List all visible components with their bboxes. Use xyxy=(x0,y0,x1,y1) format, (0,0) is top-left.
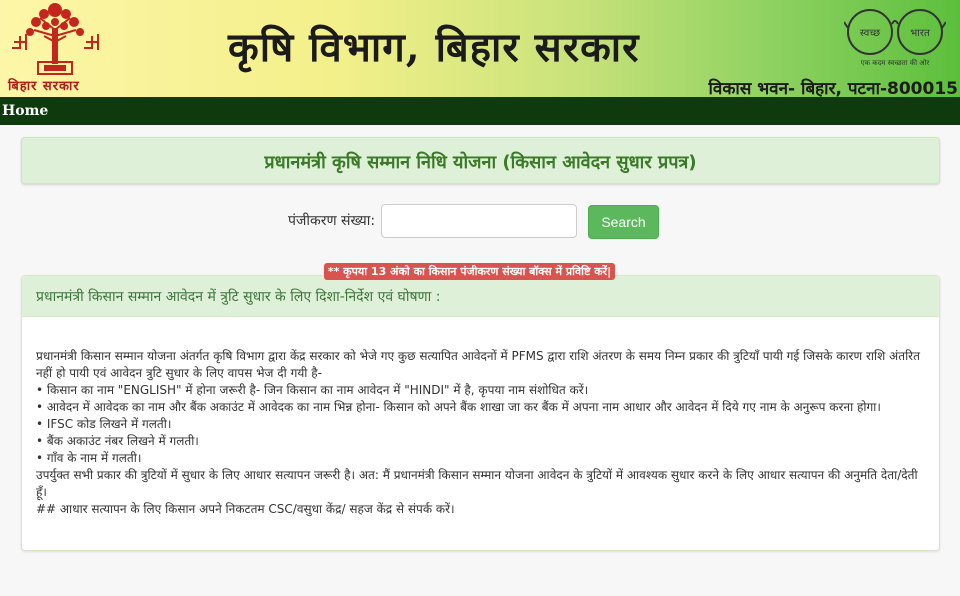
swachh-bharat-logo-icon: स्वच्छ भारत एक कदम स्वच्छता की ओर xyxy=(844,9,946,67)
scheme-banner: प्रधानमंत्री कृषि सम्मान निधि योजना (किस… xyxy=(21,137,940,184)
search-button[interactable]: Search xyxy=(588,205,659,239)
notice-point: • आवेदन में आवेदक का नाम और बैंक अकाउंट … xyxy=(36,400,881,414)
main-content: प्रधानमंत्री कृषि सम्मान निधि योजना (किस… xyxy=(0,125,960,551)
notice-intro: प्रधानमंत्री किसान सम्मान योजना अंतर्गत … xyxy=(36,349,920,380)
scheme-title: प्रधानमंत्री कृषि सम्मान निधि योजना (किस… xyxy=(264,152,697,173)
main-navbar: Home xyxy=(0,97,960,125)
registration-number-input[interactable] xyxy=(381,204,577,238)
notice-heading: प्रधानमंत्री किसान सम्मान आवेदन में त्रु… xyxy=(22,276,939,317)
notice-panel: प्रधानमंत्री किसान सम्मान आवेदन में त्रु… xyxy=(21,275,940,551)
office-address: विकास भवन- बिहार, पटना-800015 xyxy=(708,79,959,97)
logo-caption: बिहार सरकार xyxy=(8,79,80,94)
notice-point: • बैंक अकाउंट नंबर लिखने में गलती। xyxy=(36,434,199,448)
search-form: पंजीकरण संख्या: Search xyxy=(21,184,940,252)
notice-consent: उपर्युक्त सभी प्रकार की त्रुटियों में सु… xyxy=(36,468,918,499)
warning-row: ** कृपया 13 अंको का किसान पंजीकरण संख्या… xyxy=(21,257,940,280)
notice-point: • किसान का नाम "ENGLISH" में होना जरूरी … xyxy=(36,383,589,397)
registration-label: पंजीकरण संख्या: xyxy=(288,213,376,229)
notice-point: • गाँव के नाम में गलती। xyxy=(36,451,142,465)
nav-home-link[interactable]: Home xyxy=(0,97,50,125)
swachh-tagline: एक कदम स्वच्छता की ओर xyxy=(861,58,930,67)
swachh-right-text: भारत xyxy=(910,28,930,39)
notice-contact: ## आधार सत्यापन के लिए किसान अपने निकटतम… xyxy=(36,502,455,516)
site-header: बिहार सरकार कृषि विभाग, बिहार सरकार स्वच… xyxy=(0,0,960,97)
site-title: कृषि विभाग, बिहार सरकार xyxy=(228,24,640,71)
notice-point: • IFSC कोड लिखने में गलती। xyxy=(36,417,172,431)
swachh-left-text: स्वच्छ xyxy=(860,28,880,39)
registration-warning-badge: ** कृपया 13 अंको का किसान पंजीकरण संख्या… xyxy=(323,263,616,280)
notice-body: प्रधानमंत्री किसान सम्मान योजना अंतर्गत … xyxy=(22,317,939,518)
